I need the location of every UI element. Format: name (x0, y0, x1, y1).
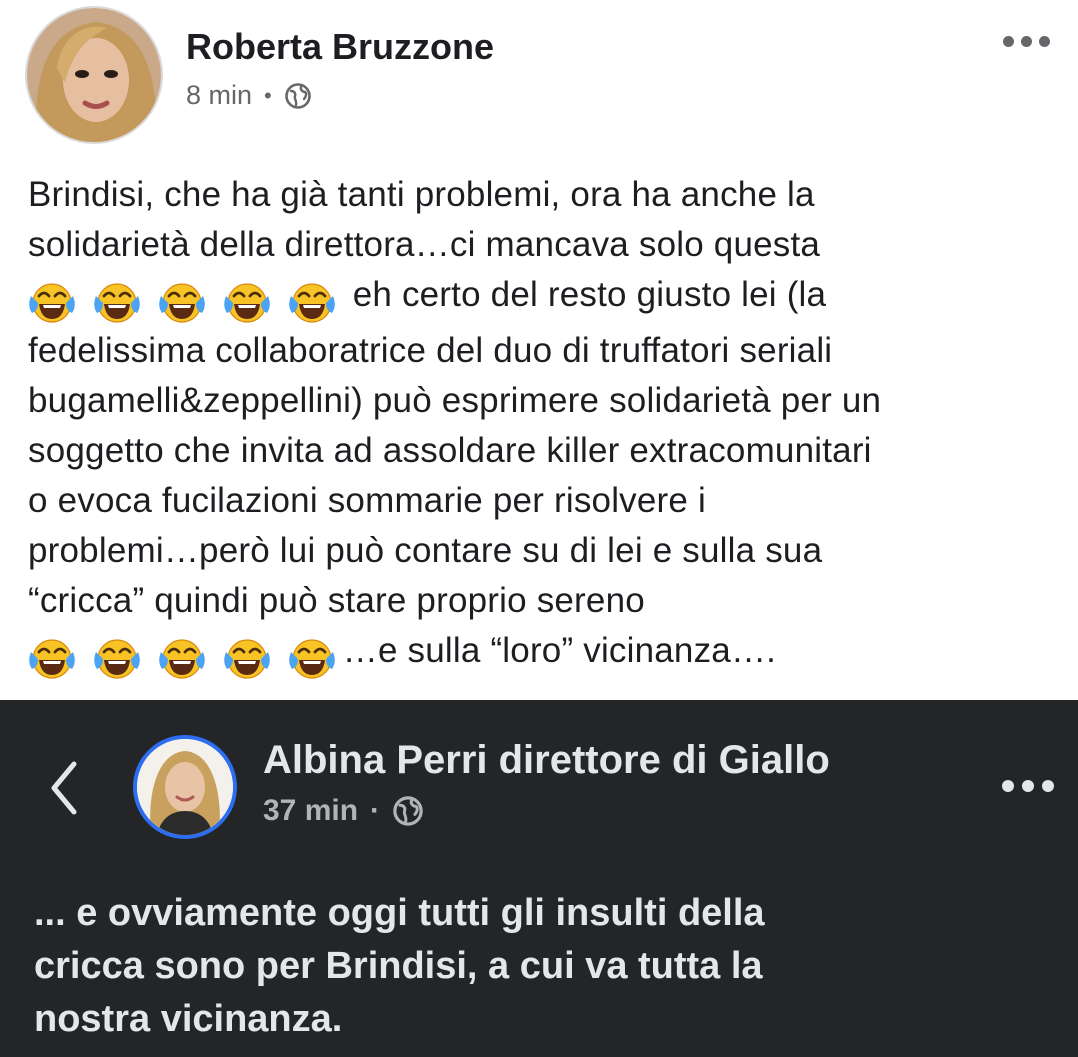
laughing-emoji-group (28, 632, 343, 682)
post-meta: 8 min • (186, 80, 312, 111)
more-options-icon[interactable] (1002, 780, 1054, 792)
post-line: o evoca fucilazioni sommarie per risolve… (28, 481, 706, 520)
laughing-emoji-icon (288, 639, 335, 679)
post-time[interactable]: 8 min (186, 80, 252, 111)
post-body: Brindisi, che ha già tanti problemi, ora… (28, 170, 1058, 682)
post-line: problemi…però lui può contare su di lei … (28, 531, 823, 570)
laughing-emoji-icon (94, 283, 140, 323)
post-line: fedelissima collaboratrice del duo di tr… (28, 331, 833, 370)
laughing-emoji-icon (94, 639, 140, 679)
meta-separator: · (370, 794, 381, 827)
embedded-post-meta: 37 min · (263, 794, 424, 828)
post-line: “cricca” quindi può stare proprio sereno (28, 581, 645, 620)
globe-icon (284, 82, 311, 109)
back-chevron-icon[interactable] (44, 758, 84, 818)
laughing-emoji-icon (224, 639, 270, 679)
laughing-emoji-icon (159, 639, 205, 679)
post-line: soggetto che invita ad assoldare killer … (28, 431, 872, 470)
laughing-emoji-icon (288, 283, 335, 323)
embedded-post-line: nostra vicinanza. (34, 998, 343, 1040)
embedded-post-body: ... e ovviamente oggi tutti gli insulti … (34, 887, 1044, 1046)
laughing-emoji-group (28, 276, 343, 326)
laughing-emoji-icon (29, 283, 75, 323)
embedded-author-avatar[interactable] (133, 735, 237, 839)
post-line: Brindisi, che ha già tanti problemi, ora… (28, 175, 815, 214)
post-card: Roberta Bruzzone 8 min • Brindisi, che h… (0, 0, 1078, 700)
laughing-emoji-icon (224, 283, 270, 323)
embedded-post-line: cricca sono per Brindisi, a cui va tutta… (34, 945, 763, 987)
post-line: eh certo del resto giusto lei (la (28, 270, 1058, 326)
embedded-author-name[interactable]: Albina Perri direttore di Giallo (263, 738, 830, 783)
author-name[interactable]: Roberta Bruzzone (186, 26, 494, 68)
post-line: …e sulla “loro” vicinanza…. (28, 626, 1058, 682)
post-line-text: eh certo del resto giusto lei (la (352, 275, 827, 314)
author-avatar[interactable] (25, 6, 163, 144)
globe-icon (393, 796, 423, 826)
post-line-text: …e sulla “loro” vicinanza…. (342, 631, 777, 670)
post-line: bugamelli&zeppellini) può esprimere soli… (28, 381, 882, 420)
laughing-emoji-icon (29, 639, 75, 679)
embedded-post-time[interactable]: 37 min (263, 794, 358, 828)
avatar-image (137, 739, 233, 835)
post-line: solidarietà della direttora…ci mancava s… (28, 225, 821, 264)
more-options-icon[interactable] (1003, 36, 1050, 47)
meta-separator: • (264, 82, 272, 108)
avatar-image (27, 8, 161, 142)
laughing-emoji-icon (159, 283, 205, 323)
embedded-post-line: ... e ovviamente oggi tutti gli insulti … (34, 892, 765, 934)
